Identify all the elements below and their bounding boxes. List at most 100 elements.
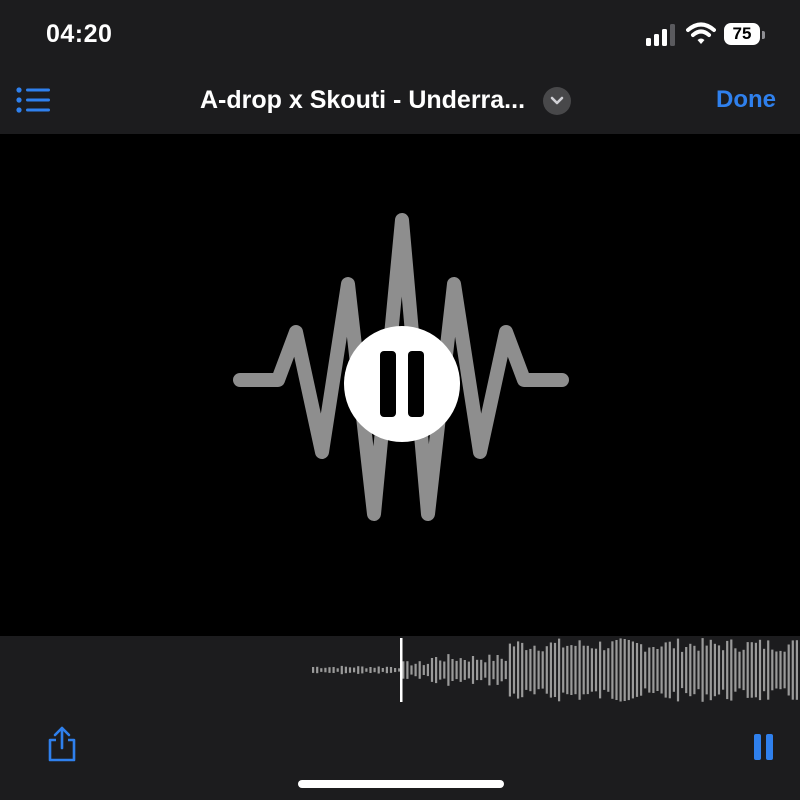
- waveform-bar: [410, 665, 413, 675]
- waveform-bar: [492, 660, 495, 680]
- waveform-bar: [746, 642, 749, 698]
- waveform-bar: [713, 643, 716, 697]
- waveform-bar: [742, 649, 745, 691]
- waveform-bar: [398, 668, 401, 672]
- waveform-bar: [689, 643, 692, 697]
- waveform-bar: [631, 641, 634, 699]
- waveform-bar: [508, 643, 511, 697]
- waveform-bar: [439, 660, 442, 680]
- waveform-bar: [484, 662, 487, 678]
- waveform-bar: [476, 659, 479, 681]
- waveform-bar: [705, 645, 708, 695]
- waveform-bar: [361, 666, 364, 674]
- waveform-bar: [586, 645, 589, 695]
- waveform-bar: [693, 645, 696, 695]
- waveform-bar: [406, 661, 409, 679]
- waveform-bar: [533, 645, 536, 695]
- battery-icon: 75: [724, 23, 760, 45]
- waveform-bar: [529, 648, 532, 692]
- waveform-bar: [377, 666, 380, 674]
- waveform-bar: [447, 654, 450, 686]
- waveform-bar: [471, 656, 475, 684]
- waveform-bar: [582, 645, 585, 695]
- waveform-bar: [451, 659, 454, 681]
- waveform-bar: [521, 642, 524, 698]
- artwork-area: [0, 134, 800, 636]
- waveform-bar: [758, 639, 762, 701]
- signal-icon: [646, 24, 675, 46]
- waveform-bar: [558, 638, 561, 702]
- waveform-bar: [599, 641, 602, 699]
- waveform-bar: [701, 638, 704, 702]
- waveform-bar: [336, 668, 339, 672]
- home-indicator[interactable]: [298, 780, 504, 788]
- waveform-bar: [316, 666, 319, 674]
- waveform-bar: [734, 648, 737, 692]
- waveform-bar: [496, 655, 499, 685]
- share-icon[interactable]: [46, 726, 78, 762]
- waveform-bar: [422, 665, 425, 675]
- waveform-bar: [681, 651, 684, 689]
- waveform-bar: [328, 667, 331, 673]
- waveform-bar: [615, 640, 618, 700]
- waveform-bar: [590, 648, 593, 692]
- nav-bar: A-drop x Skouti - Underra... Done: [0, 70, 800, 134]
- waveform-bar: [717, 645, 721, 695]
- waveform-bar: [787, 644, 790, 696]
- waveform-bar: [344, 666, 347, 674]
- waveform-bar: [730, 639, 733, 701]
- waveform-bar: [394, 668, 397, 673]
- waveform-bar: [775, 651, 778, 689]
- waveform-bar: [738, 651, 741, 689]
- waveform-bar: [348, 667, 352, 673]
- waveform-bar: [652, 647, 655, 693]
- status-time: 04:20: [46, 20, 113, 48]
- waveform-bar: [312, 667, 315, 673]
- pause-icon-bar-left: [380, 351, 396, 417]
- list-icon[interactable]: [16, 86, 52, 114]
- waveform-bar: [512, 646, 516, 694]
- waveform-bar: [488, 654, 491, 686]
- battery-percent: 75: [732, 24, 752, 43]
- waveform-bar: [332, 667, 335, 673]
- waveform-bar: [672, 648, 675, 692]
- battery-nub: [762, 31, 765, 39]
- waveform-bar: [779, 650, 782, 690]
- pause-bar-right: [766, 734, 773, 760]
- waveform-bar: [619, 638, 622, 702]
- waveform-bar: [623, 639, 626, 701]
- waveform-scrubber[interactable]: [0, 636, 800, 706]
- waveform-bar: [709, 639, 712, 701]
- waveform-bar: [635, 643, 639, 697]
- waveform-bar: [578, 640, 581, 700]
- waveform-bar: [430, 658, 434, 682]
- play-pause-button[interactable]: [344, 326, 460, 442]
- waveform-bar: [574, 645, 577, 695]
- waveform-bar: [455, 660, 458, 680]
- waveform-bar: [685, 647, 688, 694]
- pause-icon-bar-right: [408, 351, 424, 417]
- waveform-bar: [414, 663, 417, 677]
- waveform[interactable]: [0, 636, 800, 706]
- waveform-bar: [517, 641, 520, 699]
- waveform-bar: [480, 659, 483, 681]
- playhead[interactable]: [400, 638, 403, 702]
- waveform-bar: [504, 660, 507, 680]
- waveform-bar: [754, 642, 757, 698]
- pause-bar-left: [754, 734, 761, 760]
- title-menu-button[interactable]: [543, 87, 571, 115]
- waveform-bar: [656, 649, 659, 691]
- done-button[interactable]: Done: [716, 86, 776, 114]
- waveform-bar: [611, 641, 614, 699]
- waveform-bar: [627, 640, 630, 701]
- waveform-bar: [418, 661, 421, 679]
- waveform-bar: [365, 668, 368, 672]
- waveform-bar: [369, 667, 372, 673]
- waveform-bar: [767, 640, 770, 700]
- waveform-bar: [562, 647, 565, 693]
- waveform-bar: [545, 646, 548, 694]
- waveform-bar: [525, 650, 528, 690]
- track-title[interactable]: A-drop x Skouti - Underra...: [200, 86, 525, 115]
- waveform-bar: [644, 651, 647, 689]
- waveform-bar: [648, 647, 651, 693]
